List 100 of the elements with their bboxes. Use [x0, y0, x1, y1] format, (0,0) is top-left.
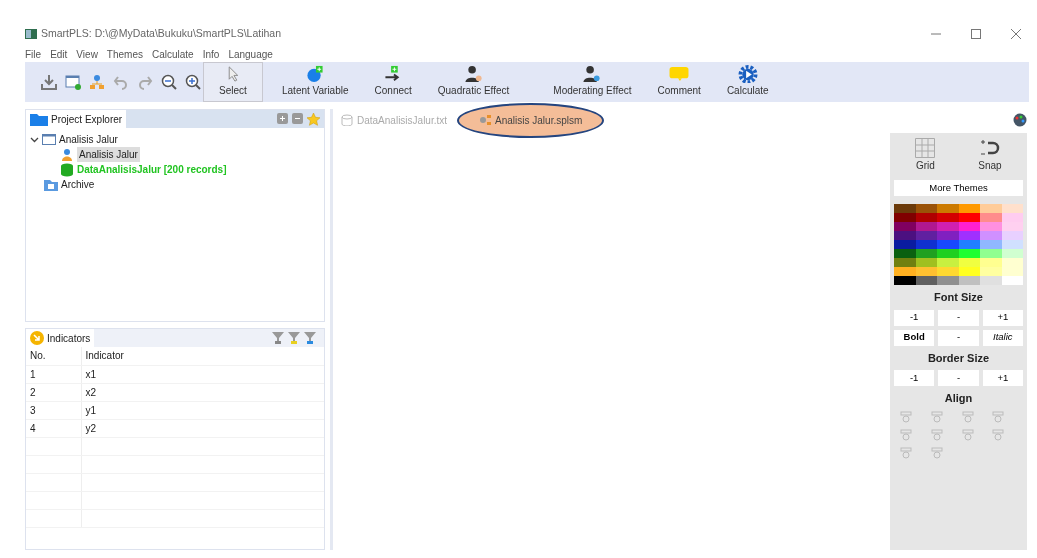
tool-button[interactable]: Connect — [361, 62, 425, 102]
color-swatch[interactable] — [958, 213, 980, 222]
tool-button[interactable]: Select — [203, 62, 263, 102]
align-icon[interactable] — [900, 428, 912, 441]
align-icon[interactable] — [992, 410, 1005, 423]
menu-item[interactable]: Info — [202, 46, 220, 62]
editor-tab[interactable]: Analisis Jalur.splsm — [457, 102, 605, 138]
color-swatch[interactable] — [958, 231, 980, 240]
snap-button[interactable]: Snap — [965, 135, 1015, 177]
expand-icon[interactable] — [277, 112, 288, 124]
color-swatch[interactable] — [980, 231, 1002, 240]
color-swatch[interactable] — [1001, 231, 1023, 240]
color-swatch[interactable] — [937, 276, 959, 285]
color-swatch[interactable] — [937, 222, 959, 231]
color-swatch[interactable] — [958, 267, 980, 276]
color-swatch[interactable] — [1001, 258, 1023, 267]
collapse-icon[interactable] — [292, 112, 303, 124]
color-swatch[interactable] — [915, 258, 937, 267]
download-icon[interactable] — [41, 74, 57, 90]
redo-icon[interactable] — [137, 74, 153, 90]
color-swatch[interactable] — [915, 276, 937, 285]
color-swatch[interactable] — [937, 231, 959, 240]
tool-button[interactable]: Calculate — [713, 62, 782, 102]
color-swatch[interactable] — [937, 267, 959, 276]
color-swatch[interactable] — [937, 240, 959, 249]
grid-button[interactable]: Grid — [902, 135, 949, 177]
zoom-out-icon[interactable] — [161, 74, 177, 90]
color-swatch[interactable] — [894, 249, 916, 258]
color-swatch[interactable] — [980, 204, 1002, 213]
size-button[interactable]: - — [938, 309, 979, 326]
color-swatch[interactable] — [915, 249, 937, 258]
size-button[interactable]: +1 — [982, 370, 1023, 386]
tool-button[interactable]: Moderating Effect — [540, 62, 645, 102]
color-swatch[interactable] — [894, 276, 916, 285]
menu-item[interactable]: File — [25, 46, 42, 62]
star-icon[interactable] — [307, 112, 320, 126]
tree-item[interactable]: Analisis Jalur — [59, 132, 118, 147]
color-swatch[interactable] — [894, 258, 916, 267]
size-button[interactable]: +1 — [982, 309, 1023, 326]
color-swatch[interactable] — [1001, 213, 1023, 222]
align-icon[interactable] — [992, 428, 1005, 441]
color-swatch[interactable] — [1001, 249, 1023, 258]
tool-button[interactable]: Latent Variable — [269, 62, 362, 102]
color-swatch[interactable] — [937, 204, 959, 213]
align-icon[interactable] — [900, 446, 912, 459]
align-icon[interactable] — [900, 410, 912, 423]
color-swatch[interactable] — [1001, 267, 1023, 276]
color-swatch[interactable] — [980, 267, 1002, 276]
align-icon[interactable] — [930, 410, 943, 423]
color-swatch[interactable] — [958, 222, 980, 231]
palette-icon[interactable] — [1013, 113, 1027, 127]
align-icon[interactable] — [961, 410, 974, 423]
color-swatch[interactable] — [958, 204, 980, 213]
color-swatch[interactable] — [894, 231, 916, 240]
style-button[interactable]: Bold — [894, 329, 935, 346]
menu-item[interactable]: Edit — [50, 46, 68, 62]
color-swatch[interactable] — [937, 249, 959, 258]
color-swatch[interactable] — [915, 222, 937, 231]
maximize-icon[interactable] — [971, 29, 981, 39]
color-swatch[interactable] — [958, 258, 980, 267]
color-swatch[interactable] — [980, 276, 1002, 285]
color-swatch[interactable] — [915, 204, 937, 213]
align-icon[interactable] — [961, 428, 974, 441]
color-swatch[interactable] — [894, 213, 916, 222]
filter-icon[interactable] — [304, 332, 316, 344]
hierarchy-icon[interactable] — [89, 74, 105, 90]
color-swatch[interactable] — [894, 222, 916, 231]
style-button[interactable]: Italic — [982, 329, 1023, 346]
tree-item[interactable]: Analisis Jalur — [77, 147, 140, 162]
tree-item[interactable]: Archive — [61, 177, 95, 192]
color-swatch[interactable] — [894, 204, 916, 213]
zoom-in-icon[interactable] — [185, 74, 201, 90]
color-swatch[interactable] — [1001, 240, 1023, 249]
color-swatch[interactable] — [915, 267, 937, 276]
menu-item[interactable]: Calculate — [152, 46, 194, 62]
undo-icon[interactable] — [113, 74, 129, 90]
color-swatch[interactable] — [894, 267, 916, 276]
color-swatch[interactable] — [937, 213, 959, 222]
color-swatch[interactable] — [1001, 276, 1023, 285]
color-swatch[interactable] — [958, 249, 980, 258]
size-button[interactable]: -1 — [894, 309, 935, 326]
align-icon[interactable] — [930, 446, 943, 459]
color-swatch[interactable] — [958, 276, 980, 285]
color-swatch[interactable] — [937, 258, 959, 267]
close-icon[interactable] — [1011, 29, 1021, 39]
filter-icon[interactable] — [272, 332, 284, 344]
menu-item[interactable]: Themes — [106, 46, 143, 62]
more-themes-button[interactable]: More Themes — [894, 180, 1023, 196]
color-swatch[interactable] — [980, 213, 1002, 222]
color-swatch[interactable] — [980, 249, 1002, 258]
size-button[interactable]: - — [938, 370, 979, 386]
size-button[interactable]: -1 — [894, 370, 935, 386]
new-window-icon[interactable] — [65, 74, 81, 90]
menu-item[interactable]: Language — [228, 46, 273, 62]
menu-item[interactable]: View — [76, 46, 98, 62]
color-swatch[interactable] — [915, 213, 937, 222]
style-button[interactable]: - — [938, 329, 979, 346]
tool-button[interactable]: Quadratic Effect — [424, 62, 523, 102]
color-swatch[interactable] — [915, 231, 937, 240]
filter-icon[interactable] — [288, 332, 300, 344]
